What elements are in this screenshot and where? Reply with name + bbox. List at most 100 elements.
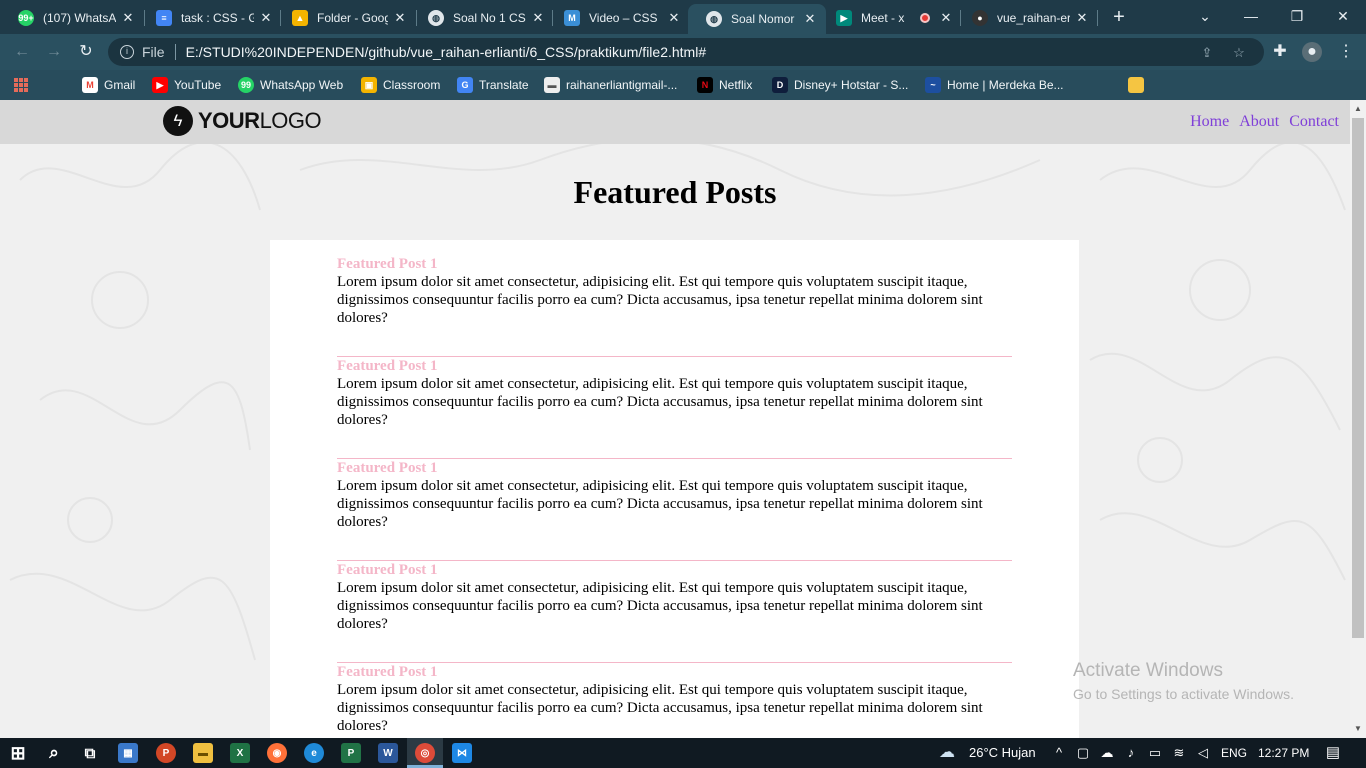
weather-text[interactable]: 26°C Hujan [969, 745, 1036, 760]
featured-post: Featured Post 1 Lorem ipsum dolor sit am… [337, 255, 1012, 327]
tab-5-active[interactable]: ◍ Soal Nomor ✕ [688, 4, 826, 34]
profile-avatar[interactable]: ● [1302, 42, 1322, 62]
clock-time[interactable]: 12:27 PM [1258, 746, 1309, 760]
vscode-icon[interactable]: ⋈ [452, 743, 472, 763]
excel-icon[interactable]: X [230, 743, 250, 763]
network-warning-icon[interactable]: ☁ [1098, 744, 1116, 762]
bookmark-netflix[interactable]: N Netflix [697, 76, 752, 94]
wifi-icon[interactable]: ≋ [1170, 744, 1188, 762]
restore-button[interactable]: ❐ [1282, 6, 1312, 26]
address-bar[interactable]: i File E:/STUDI%20INDEPENDEN/github/vue_… [108, 38, 1264, 66]
bookmark-label: Classroom [383, 78, 441, 92]
close-icon[interactable]: ✕ [120, 10, 136, 26]
extensions-icon[interactable]: ✚ [1270, 42, 1290, 62]
nav-link-contact[interactable]: Contact [1289, 113, 1339, 131]
netflix-icon: N [697, 77, 713, 93]
page-viewport: ϟ YOUR LOGO Home About Contact Featured … [0, 100, 1350, 738]
tab-title: Folder - Goog [317, 11, 388, 25]
bookmark-youtube[interactable]: ▶ YouTube [152, 76, 221, 94]
bookmark-merdeka[interactable]: ~ Home | Merdeka Be... [925, 76, 1064, 94]
language-indicator[interactable]: ENG [1221, 746, 1247, 760]
menu-kebab-icon[interactable]: ⋮ [1336, 42, 1356, 62]
logo-text-light: LOGO [259, 108, 322, 133]
close-icon[interactable]: ✕ [258, 10, 274, 26]
battery-icon[interactable]: ▭ [1146, 744, 1164, 762]
chevron-up-icon[interactable]: ^ [1050, 744, 1068, 762]
featured-post: Featured Post 1 Lorem ipsum dolor sit am… [337, 663, 1012, 735]
nav-link-home[interactable]: Home [1190, 113, 1229, 131]
close-icon[interactable]: ✕ [1074, 10, 1090, 26]
notification-icon[interactable]: ▤ [1324, 744, 1342, 762]
info-icon[interactable]: i [120, 45, 134, 59]
edge-icon[interactable]: e [304, 743, 324, 763]
bookmark-whatsapp-web[interactable]: 99 WhatsApp Web [238, 76, 343, 94]
tab-0[interactable]: 99+ (107) WhatsA ✕ [0, 4, 144, 32]
lightning-bolt-icon: ϟ [163, 106, 193, 136]
bookmark-gmail[interactable]: M Gmail [82, 76, 135, 94]
reload-icon[interactable]: ↻ [76, 42, 96, 62]
recording-icon [920, 13, 930, 23]
featured-post: Featured Post 1 Lorem ipsum dolor sit am… [337, 561, 1012, 633]
featured-post: Featured Post 1 Lorem ipsum dolor sit am… [337, 459, 1012, 531]
bookmark-star-icon[interactable]: ☆ [1230, 44, 1248, 62]
word-icon[interactable]: W [378, 743, 398, 763]
watermark-title: Activate Windows [1073, 660, 1223, 681]
task-view-icon[interactable]: ⧉ [80, 743, 100, 763]
back-arrow-icon[interactable]: ← [12, 42, 32, 62]
youtube-icon: ▶ [152, 77, 168, 93]
chrome-icon[interactable]: ◎ [415, 743, 435, 763]
forward-arrow-icon[interactable]: → [44, 42, 64, 62]
bookmark-hotstar[interactable]: D Disney+ Hotstar - S... [772, 76, 908, 94]
tab-title: Video – CSS [589, 11, 658, 25]
volume-icon[interactable]: ◁ [1194, 744, 1212, 762]
powerpoint-icon[interactable]: P [156, 743, 176, 763]
close-icon[interactable]: ✕ [666, 10, 682, 26]
tab-3[interactable]: ◍ Soal No 1 CS ✕ [410, 4, 554, 32]
firefox-icon[interactable]: ◉ [267, 743, 287, 763]
bookmark-raihanerlianti[interactable]: ▬ raihanerliantigmail-... [544, 76, 677, 94]
page-icon: ▬ [544, 77, 560, 93]
bookmark-translate[interactable]: G Translate [457, 76, 529, 94]
tab-4[interactable]: M Video – CSS ✕ [546, 4, 690, 32]
start-icon[interactable]: ⊞ [8, 743, 28, 763]
close-icon[interactable]: ✕ [938, 10, 954, 26]
tab-7[interactable]: ● vue_raihan-er ✕ [954, 4, 1098, 32]
bookmark-folder[interactable] [1128, 76, 1150, 94]
file-explorer-icon[interactable]: ▬ [193, 743, 213, 763]
search-icon[interactable]: ⌕ [44, 743, 64, 763]
tab-1[interactable]: ≡ task : CSS - G ✕ [138, 4, 282, 32]
apps-grid-icon[interactable] [14, 78, 28, 92]
post-body: Lorem ipsum dolor sit amet consectetur, … [337, 376, 983, 428]
tab-title: Meet - x [861, 11, 905, 25]
tab-title: vue_raihan-er [997, 11, 1070, 25]
store-icon[interactable]: ▦ [118, 743, 138, 763]
meet-now-icon[interactable]: ▢ [1074, 744, 1092, 762]
vertical-scrollbar[interactable]: ▲ ▼ [1350, 100, 1366, 738]
close-window-button[interactable]: ✕ [1328, 6, 1358, 26]
gmail-icon: M [82, 77, 98, 93]
weather-cloud-icon[interactable]: ☁ [938, 744, 956, 762]
bookmark-label: Translate [479, 78, 529, 92]
nav-link-about[interactable]: About [1239, 113, 1279, 131]
close-icon[interactable]: ✕ [802, 11, 818, 27]
post-body: Lorem ipsum dolor sit amet consectetur, … [337, 274, 983, 326]
scrollbar-thumb[interactable] [1352, 118, 1364, 638]
tab-search-icon[interactable]: ⌄ [1190, 6, 1220, 26]
bookmark-label: Netflix [719, 78, 753, 92]
share-icon[interactable]: ⇪ [1198, 44, 1216, 62]
bookmark-classroom[interactable]: ▣ Classroom [361, 76, 440, 94]
address-url[interactable]: E:/STUDI%20INDEPENDEN/github/vue_raihan-… [186, 44, 707, 60]
minimize-button[interactable]: — [1236, 6, 1266, 26]
tab-2[interactable]: ▲ Folder - Goog ✕ [274, 4, 416, 32]
tab-6[interactable]: ▶ Meet - x ✕ [818, 4, 962, 32]
site-logo[interactable]: ϟ YOUR LOGO [163, 106, 322, 136]
close-icon[interactable]: ✕ [392, 10, 408, 26]
microphone-icon[interactable]: ♪ [1122, 744, 1140, 762]
project-icon[interactable]: P [341, 743, 361, 763]
close-icon[interactable]: ✕ [530, 10, 546, 26]
scroll-down-arrow-icon[interactable]: ▼ [1350, 722, 1366, 736]
tab-title: Soal No 1 CS [453, 11, 526, 25]
scroll-up-arrow-icon[interactable]: ▲ [1350, 102, 1366, 116]
new-tab-button[interactable]: + [1108, 6, 1130, 28]
bookmarks-bar: M Gmail ▶ YouTube 99 WhatsApp Web ▣ Clas… [0, 70, 1366, 100]
